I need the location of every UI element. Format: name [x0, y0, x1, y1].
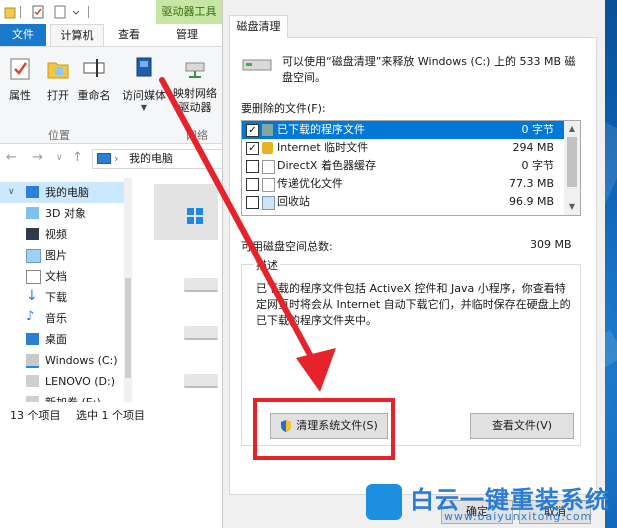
tab-disk-cleanup[interactable]: 磁盘清理	[229, 15, 288, 38]
twitter-bird-icon	[366, 484, 402, 520]
watermark: 白云一键重装系统 www.baiyunxitong.com	[362, 478, 617, 528]
annotation-highlight-box	[253, 398, 395, 460]
watermark-url: www.baiyunxitong.com	[444, 510, 593, 523]
